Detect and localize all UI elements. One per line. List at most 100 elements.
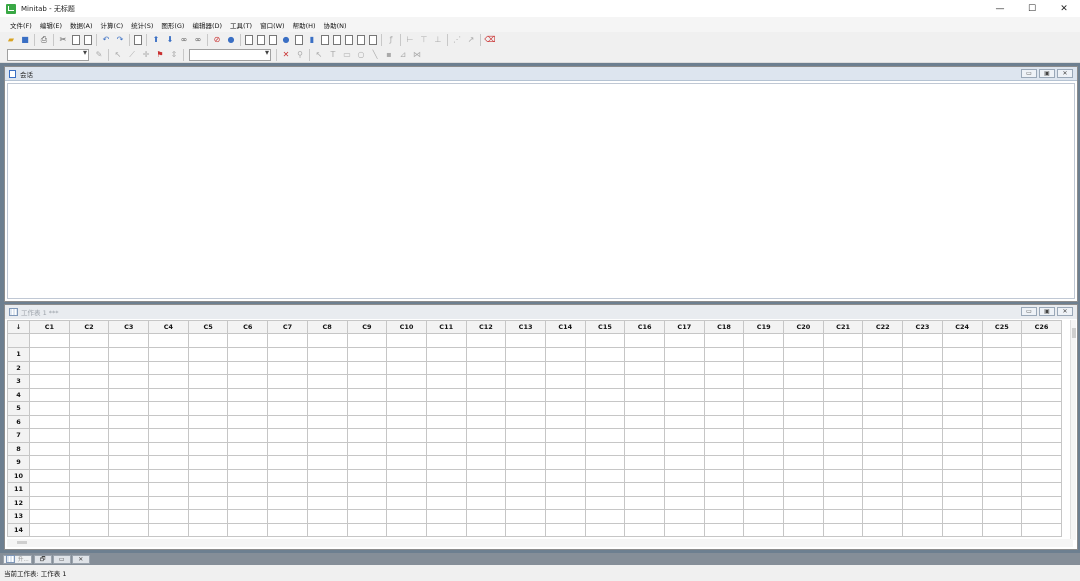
report-icon[interactable]	[321, 34, 329, 45]
data-cell[interactable]	[624, 387, 665, 402]
data-cell[interactable]	[187, 441, 229, 456]
column-name-cell[interactable]	[544, 333, 586, 348]
save-icon[interactable]: ■	[20, 35, 30, 45]
data-cell[interactable]	[29, 482, 70, 497]
data-cell[interactable]	[306, 495, 348, 510]
branch-icon[interactable]: ⊢	[405, 35, 415, 45]
data-cell[interactable]	[68, 414, 110, 429]
data-cell[interactable]	[148, 455, 189, 470]
data-cell[interactable]	[822, 374, 864, 389]
data-cell[interactable]	[624, 509, 665, 524]
data-cell[interactable]	[822, 482, 864, 497]
data-cell[interactable]	[783, 441, 824, 456]
data-cell[interactable]	[822, 360, 864, 375]
column-header[interactable]: C8	[306, 320, 348, 334]
data-cell[interactable]	[29, 347, 70, 362]
data-cell[interactable]	[783, 401, 824, 416]
data-cell[interactable]	[981, 522, 1023, 537]
data-cell[interactable]	[425, 455, 467, 470]
brush-icon[interactable]: ✎	[94, 50, 104, 60]
arrow-up-icon[interactable]: ⬆	[151, 35, 161, 45]
data-cell[interactable]	[227, 482, 269, 497]
data-cell[interactable]	[505, 441, 546, 456]
column-header[interactable]: C12	[465, 320, 507, 334]
data-cell[interactable]	[465, 468, 507, 483]
data-cell[interactable]	[29, 360, 70, 375]
data-cell[interactable]	[346, 387, 388, 402]
data-cell[interactable]	[822, 522, 864, 537]
data-cell[interactable]	[148, 347, 189, 362]
data-cell[interactable]	[544, 347, 586, 362]
data-cell[interactable]	[306, 387, 348, 402]
menu-window[interactable]: 窗口(W)	[256, 20, 289, 30]
redo-icon[interactable]: ↷	[115, 35, 125, 45]
row-header[interactable]: 11	[7, 482, 30, 497]
data-cell[interactable]	[743, 401, 785, 416]
data-cell[interactable]	[68, 387, 110, 402]
data-cell[interactable]	[941, 360, 983, 375]
column-name-cell[interactable]	[187, 333, 229, 348]
data-cell[interactable]	[1021, 387, 1062, 402]
data-cell[interactable]	[902, 441, 943, 456]
data-cell[interactable]	[1021, 428, 1062, 443]
data-cell[interactable]	[68, 495, 110, 510]
data-cell[interactable]	[584, 360, 626, 375]
data-cell[interactable]	[624, 455, 665, 470]
data-cell[interactable]	[267, 374, 308, 389]
data-cell[interactable]	[981, 482, 1023, 497]
data-cell[interactable]	[68, 509, 110, 524]
data-cell[interactable]	[981, 347, 1023, 362]
data-cell[interactable]	[862, 495, 904, 510]
data-cell[interactable]	[29, 495, 70, 510]
data-cell[interactable]	[386, 509, 427, 524]
data-cell[interactable]	[267, 428, 308, 443]
data-cell[interactable]	[505, 347, 546, 362]
data-cell[interactable]	[902, 347, 943, 362]
column-name-cell[interactable]	[902, 333, 943, 348]
menu-edit[interactable]: 编辑(E)	[36, 20, 66, 30]
data-cell[interactable]	[664, 482, 705, 497]
zoom-icon[interactable]: ⚲	[295, 50, 305, 60]
cut-icon[interactable]: ✂	[58, 35, 68, 45]
trend-icon[interactable]: ↗	[466, 35, 476, 45]
data-cell[interactable]	[862, 360, 904, 375]
data-cell[interactable]	[505, 401, 546, 416]
horizontal-scrollbar[interactable]	[7, 539, 1073, 547]
data-cell[interactable]	[306, 441, 348, 456]
data-cell[interactable]	[941, 401, 983, 416]
data-cell[interactable]	[544, 482, 586, 497]
data-cell[interactable]	[386, 441, 427, 456]
data-cell[interactable]	[743, 509, 785, 524]
binoculars-next-icon[interactable]: ∞	[193, 35, 203, 45]
data-cell[interactable]	[584, 428, 626, 443]
data-cell[interactable]	[68, 482, 110, 497]
data-cell[interactable]	[148, 360, 189, 375]
data-cell[interactable]	[783, 482, 824, 497]
data-cell[interactable]	[465, 495, 507, 510]
data-cell[interactable]	[346, 428, 388, 443]
fx-icon[interactable]: ƒ	[386, 35, 396, 45]
data-cell[interactable]	[664, 455, 705, 470]
layout-icon[interactable]	[357, 34, 365, 45]
data-cell[interactable]	[227, 468, 269, 483]
data-cell[interactable]	[465, 401, 507, 416]
data-cell[interactable]	[862, 347, 904, 362]
pointer-icon[interactable]: ↖	[314, 50, 324, 60]
data-cell[interactable]	[425, 414, 467, 429]
data-cell[interactable]	[743, 441, 785, 456]
brush-tool-icon[interactable]: ⟋	[127, 50, 137, 60]
column-name-cell[interactable]	[584, 333, 626, 348]
data-cell[interactable]	[148, 468, 189, 483]
data-cell[interactable]	[346, 468, 388, 483]
data-cell[interactable]	[227, 522, 269, 537]
data-cell[interactable]	[862, 522, 904, 537]
worksheet-close-button[interactable]: ✕	[1057, 307, 1073, 316]
row-header[interactable]: 8	[7, 441, 30, 456]
data-cell[interactable]	[187, 468, 229, 483]
session-output-area[interactable]	[7, 83, 1075, 299]
stop-icon[interactable]: ⊘	[212, 35, 222, 45]
data-cell[interactable]	[624, 374, 665, 389]
data-cell[interactable]	[425, 468, 467, 483]
tree-icon[interactable]: ⊤	[419, 35, 429, 45]
data-cell[interactable]	[505, 455, 546, 470]
